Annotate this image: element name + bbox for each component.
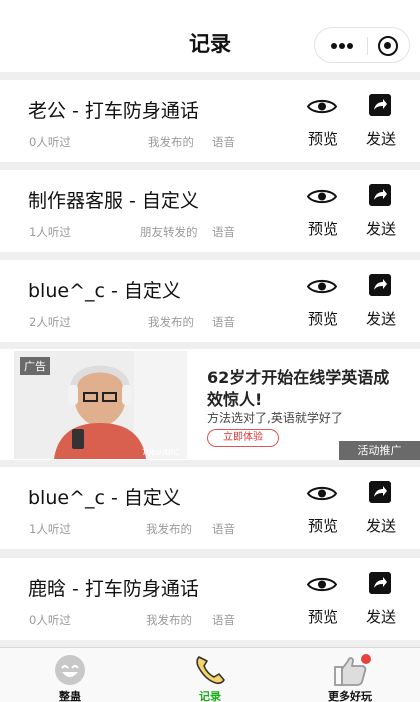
record-title: blue^_c - 自定义 (28, 280, 181, 302)
record-title: 鹿晗 - 打车防身通话 (28, 578, 199, 600)
ad-promo-label: 活动推广 (339, 441, 420, 460)
eye-icon (307, 486, 337, 501)
phone-icon (196, 656, 225, 685)
send-button[interactable]: 发送 (361, 481, 401, 543)
record-title: blue^_c - 自定义 (28, 487, 181, 509)
miniprogram-capsule (314, 27, 410, 63)
capsule-divider (367, 37, 368, 55)
ad-headline: 62岁才开始在线学英语成效惊人! (207, 368, 390, 409)
eye-icon (307, 189, 337, 204)
tab-records[interactable]: 记录 (160, 648, 260, 702)
eye-icon (307, 577, 337, 592)
ad-brand: TutorABC (142, 448, 179, 457)
record-source: 我发布的 (148, 315, 194, 329)
preview-button[interactable]: 预览 (303, 94, 343, 156)
tab-bar: 整蛊 记录 更多好玩 (0, 647, 420, 702)
record-listeners: 2人听过 (29, 315, 71, 329)
smiley-icon (55, 655, 85, 685)
record-type: 语音 (212, 315, 235, 329)
share-icon (369, 572, 391, 594)
record-type: 语音 (212, 522, 235, 536)
record-source: 我发布的 (146, 613, 192, 627)
preview-button[interactable]: 预览 (303, 572, 343, 634)
record-card[interactable]: blue^_c - 自定义 1人听过 我发布的 语音 预览 发送 (0, 467, 420, 549)
ad-cta-button[interactable]: 立即体验 (207, 429, 279, 447)
preview-button[interactable]: 预览 (303, 481, 343, 543)
record-card[interactable]: 制作器客服 - 自定义 1人听过 朋友转发的 语音 预览 发送 (0, 170, 420, 252)
record-listeners: 0人听过 (29, 135, 71, 149)
ad-banner[interactable]: TutorABC 广告 62岁才开始在线学英语成效惊人! 方法选对了,英语就学好… (0, 349, 420, 460)
ad-subtext: 方法选对了,英语就学好了 (207, 411, 343, 425)
more-icon[interactable] (331, 42, 353, 50)
ad-tag: 广告 (20, 357, 50, 375)
record-source: 我发布的 (146, 522, 192, 536)
record-listeners: 1人听过 (29, 522, 71, 536)
record-type: 语音 (212, 135, 235, 149)
record-card[interactable]: blue^_c - 自定义 2人听过 我发布的 语音 预览 发送 (0, 260, 420, 342)
record-title: 制作器客服 - 自定义 (28, 190, 199, 212)
thumbs-up-icon (334, 654, 371, 686)
record-type: 语音 (212, 613, 235, 627)
record-title: 老公 - 打车防身通话 (28, 100, 199, 122)
nav-header: 记录 (0, 0, 420, 72)
send-button[interactable]: 发送 (361, 184, 401, 246)
send-button[interactable]: 发送 (361, 572, 401, 634)
send-button[interactable]: 发送 (361, 274, 401, 336)
tab-label: 更多好玩 (328, 690, 372, 702)
preview-label: 预览 (307, 130, 338, 148)
record-listeners: 0人听过 (29, 613, 71, 627)
record-listeners: 1人听过 (29, 225, 71, 239)
record-source: 我发布的 (148, 135, 194, 149)
share-icon (369, 481, 391, 503)
share-icon (369, 94, 391, 116)
preview-label: 预览 (307, 517, 338, 535)
preview-button[interactable]: 预览 (303, 274, 343, 336)
close-miniprogram-icon[interactable] (378, 36, 398, 56)
preview-button[interactable]: 预览 (303, 184, 343, 246)
send-button[interactable]: 发送 (361, 94, 401, 156)
send-label: 发送 (365, 220, 396, 238)
record-card[interactable]: 鹿晗 - 打车防身通话 0人听过 我发布的 语音 预览 发送 (0, 558, 420, 640)
send-label: 发送 (365, 608, 396, 626)
send-label: 发送 (365, 130, 396, 148)
send-label: 发送 (365, 517, 396, 535)
send-label: 发送 (365, 310, 396, 328)
preview-label: 预览 (307, 608, 338, 626)
tab-more-fun[interactable]: 更多好玩 (300, 648, 400, 702)
share-icon (369, 274, 391, 296)
eye-icon (307, 279, 337, 294)
notification-badge (361, 654, 371, 664)
tab-prank[interactable]: 整蛊 (20, 648, 120, 702)
tab-label: 整蛊 (59, 690, 81, 702)
eye-icon (307, 99, 337, 114)
record-card[interactable]: 老公 - 打车防身通话 0人听过 我发布的 语音 预览 发送 (0, 80, 420, 162)
preview-label: 预览 (307, 220, 338, 238)
record-type: 语音 (212, 225, 235, 239)
share-icon (369, 184, 391, 206)
tab-label: 记录 (199, 690, 221, 702)
preview-label: 预览 (307, 310, 338, 328)
record-source: 朋友转发的 (140, 225, 198, 239)
